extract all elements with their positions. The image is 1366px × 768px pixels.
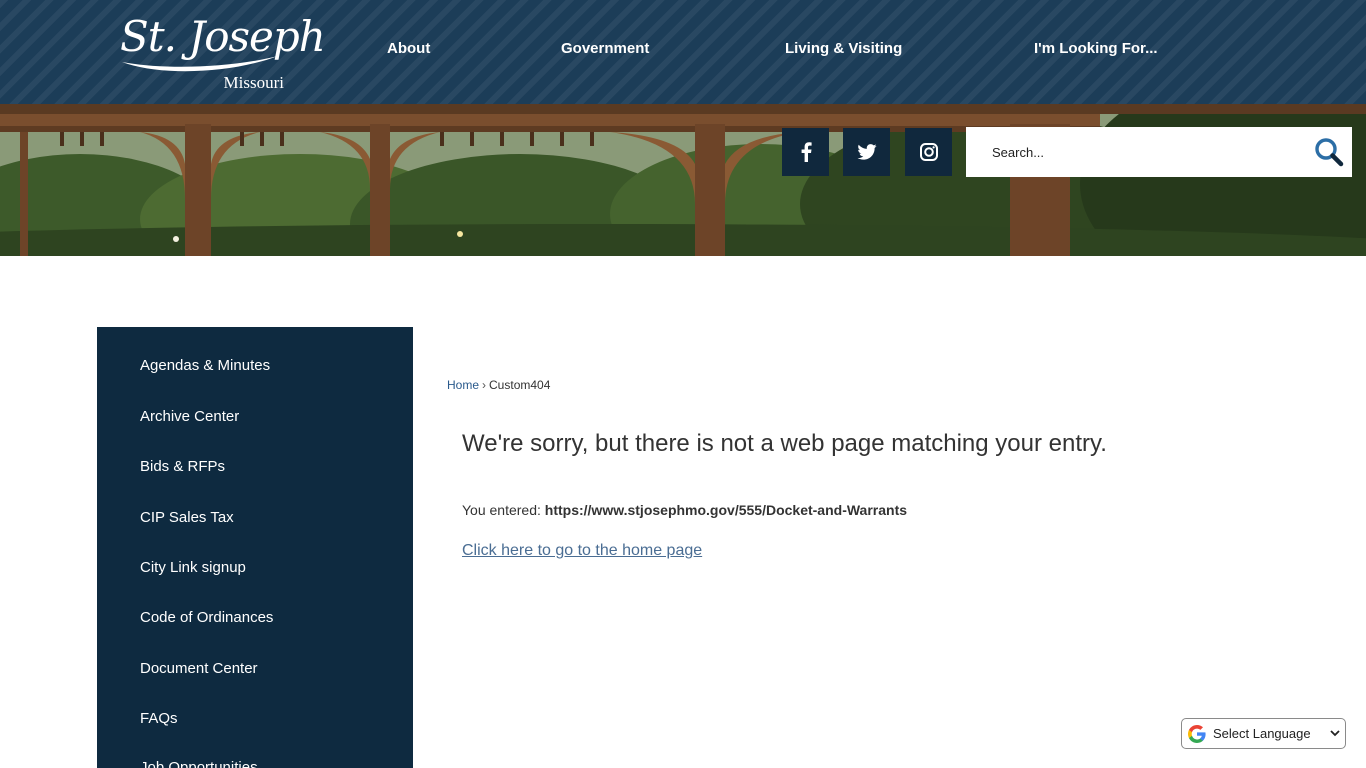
search-input[interactable] [966, 127, 1306, 177]
facebook-icon [801, 142, 812, 162]
site-header: St. Joseph Missouri About Government Liv… [0, 0, 1366, 104]
search-bar [966, 127, 1352, 177]
breadcrumb-home-link[interactable]: Home [447, 378, 479, 392]
search-icon [1315, 138, 1344, 167]
language-select[interactable]: Select Language [1181, 718, 1346, 749]
entered-label: You entered: [462, 502, 541, 518]
sidebar-menu: Agendas & Minutes Archive Center Bids & … [97, 327, 413, 768]
google-g-icon [1188, 724, 1206, 743]
chevron-down-icon [1330, 730, 1340, 737]
sidebar-item-job-opportunities[interactable]: Job Opportunities [140, 759, 258, 768]
site-logo[interactable]: St. Joseph Missouri [118, 10, 326, 94]
language-select-label: Select Language [1213, 726, 1311, 741]
logo-swoosh-icon [122, 56, 278, 72]
sidebar-item-code-of-ordinances[interactable]: Code of Ordinances [140, 609, 273, 626]
nav-government[interactable]: Government [561, 40, 649, 57]
instagram-button[interactable] [905, 128, 952, 176]
nav-looking-for[interactable]: I'm Looking For... [1034, 40, 1158, 57]
sidebar-item-city-link-signup[interactable]: City Link signup [140, 559, 246, 576]
home-page-link[interactable]: Click here to go to the home page [462, 542, 702, 560]
instagram-icon [919, 143, 938, 161]
twitter-button[interactable] [843, 128, 890, 176]
entered-url-line: You entered: https://www.stjosephmo.gov/… [462, 502, 907, 518]
sidebar-item-bids-rfps[interactable]: Bids & RFPs [140, 458, 225, 475]
search-button[interactable] [1310, 133, 1348, 171]
sidebar-item-document-center[interactable]: Document Center [140, 660, 258, 677]
sidebar-item-faqs[interactable]: FAQs [140, 710, 178, 727]
breadcrumb-separator: › [482, 378, 487, 392]
nav-about[interactable]: About [387, 40, 430, 57]
sidebar-item-archive-center[interactable]: Archive Center [140, 408, 239, 425]
breadcrumb-current: Custom404 [489, 378, 551, 392]
sidebar-item-cip-sales-tax[interactable]: CIP Sales Tax [140, 509, 234, 526]
page-title: We're sorry, but there is not a web page… [462, 430, 1107, 457]
breadcrumb: Home › Custom404 [447, 378, 550, 392]
logo-subtitle: Missouri [223, 73, 284, 92]
twitter-icon [856, 144, 877, 160]
entered-url: https://www.stjosephmo.gov/555/Docket-an… [544, 502, 908, 518]
sidebar-item-agendas-minutes[interactable]: Agendas & Minutes [140, 357, 270, 374]
nav-living-visiting[interactable]: Living & Visiting [785, 40, 902, 57]
facebook-button[interactable] [782, 128, 829, 176]
